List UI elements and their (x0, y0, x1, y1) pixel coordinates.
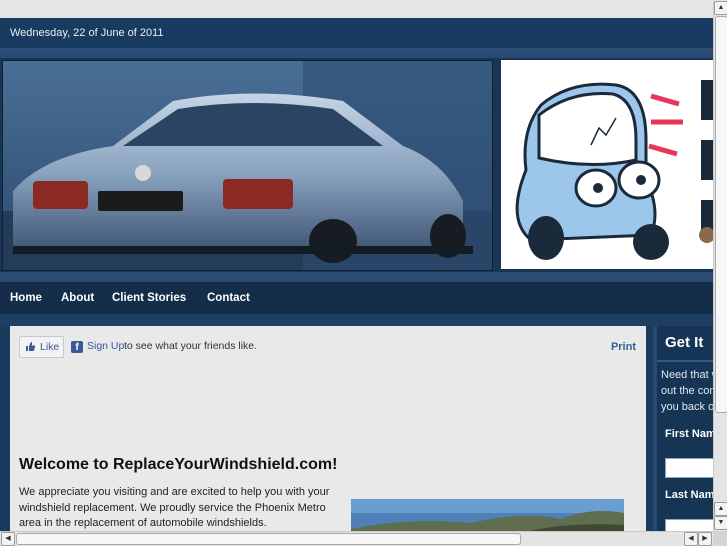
arrow-left-icon[interactable]: ◀ (1, 532, 15, 546)
vertical-scrollbar[interactable]: ▲ ▲ ▼ (713, 0, 727, 531)
first-name-label: First Nam (665, 428, 713, 440)
sidebar-text: Need that w out the con you back o (661, 367, 713, 415)
first-name-field[interactable] (665, 458, 713, 478)
sidebar-text-line: you back o (661, 401, 713, 413)
scrollbar-corner (713, 531, 727, 545)
main-content: Like f Sign Up to see what your friends … (10, 326, 646, 531)
nav-band (0, 272, 713, 282)
cartoon-car-logo (501, 60, 713, 269)
top-strip (0, 0, 713, 18)
intro-paragraph: We appreciate you visiting and are excit… (19, 486, 330, 529)
last-name-label: Last Nam (665, 489, 713, 501)
horizontal-scroll-thumb[interactable] (16, 533, 521, 545)
nav-about[interactable]: About (61, 292, 94, 304)
sidebar-text-line: Need that w (661, 369, 713, 381)
arrow-up-icon[interactable]: ▲ (714, 1, 727, 15)
like-label: Like (40, 341, 60, 353)
nav-client-stories[interactable]: Client Stories (112, 292, 186, 304)
nav-contact[interactable]: Contact (207, 292, 250, 304)
content-band (0, 314, 713, 326)
vertical-scroll-thumb[interactable] (715, 16, 727, 413)
sidebar-text-line: out the con (661, 385, 713, 397)
print-link[interactable]: Print (611, 341, 636, 353)
arrow-up-icon[interactable]: ▲ (714, 502, 727, 516)
horizontal-scrollbar[interactable]: ◀ ◀ ▶ (0, 531, 713, 546)
arrow-down-icon[interactable]: ▼ (714, 516, 727, 530)
arrow-right-icon[interactable]: ▶ (698, 532, 712, 546)
arrow-left-icon[interactable]: ◀ (684, 532, 698, 546)
date-bar: Wednesday, 22 of June of 2011 (0, 18, 713, 50)
landscape-photo (351, 499, 624, 531)
thumbs-up-icon (26, 342, 36, 351)
signup-link[interactable]: Sign Up (87, 340, 124, 352)
page-viewport: Wednesday, 22 of June of 2011 Home About… (0, 0, 713, 531)
car-photo (2, 60, 493, 271)
last-name-field[interactable] (665, 519, 713, 531)
sidebar-title: Get It (665, 334, 704, 351)
current-date: Wednesday, 22 of June of 2011 (10, 27, 164, 39)
page-heading: Welcome to ReplaceYourWindshield.com! (19, 456, 338, 473)
facebook-like-button[interactable]: Like (19, 336, 64, 358)
facebook-icon: f (71, 341, 83, 353)
signup-text: to see what your friends like. (124, 340, 258, 352)
sidebar-divider (657, 360, 713, 362)
header-band (0, 50, 713, 58)
main-nav: Home About Client Stories Contact (0, 282, 713, 314)
nav-home[interactable]: Home (10, 292, 42, 304)
quote-sidebar: Get It Need that w out the con you back … (653, 326, 713, 531)
